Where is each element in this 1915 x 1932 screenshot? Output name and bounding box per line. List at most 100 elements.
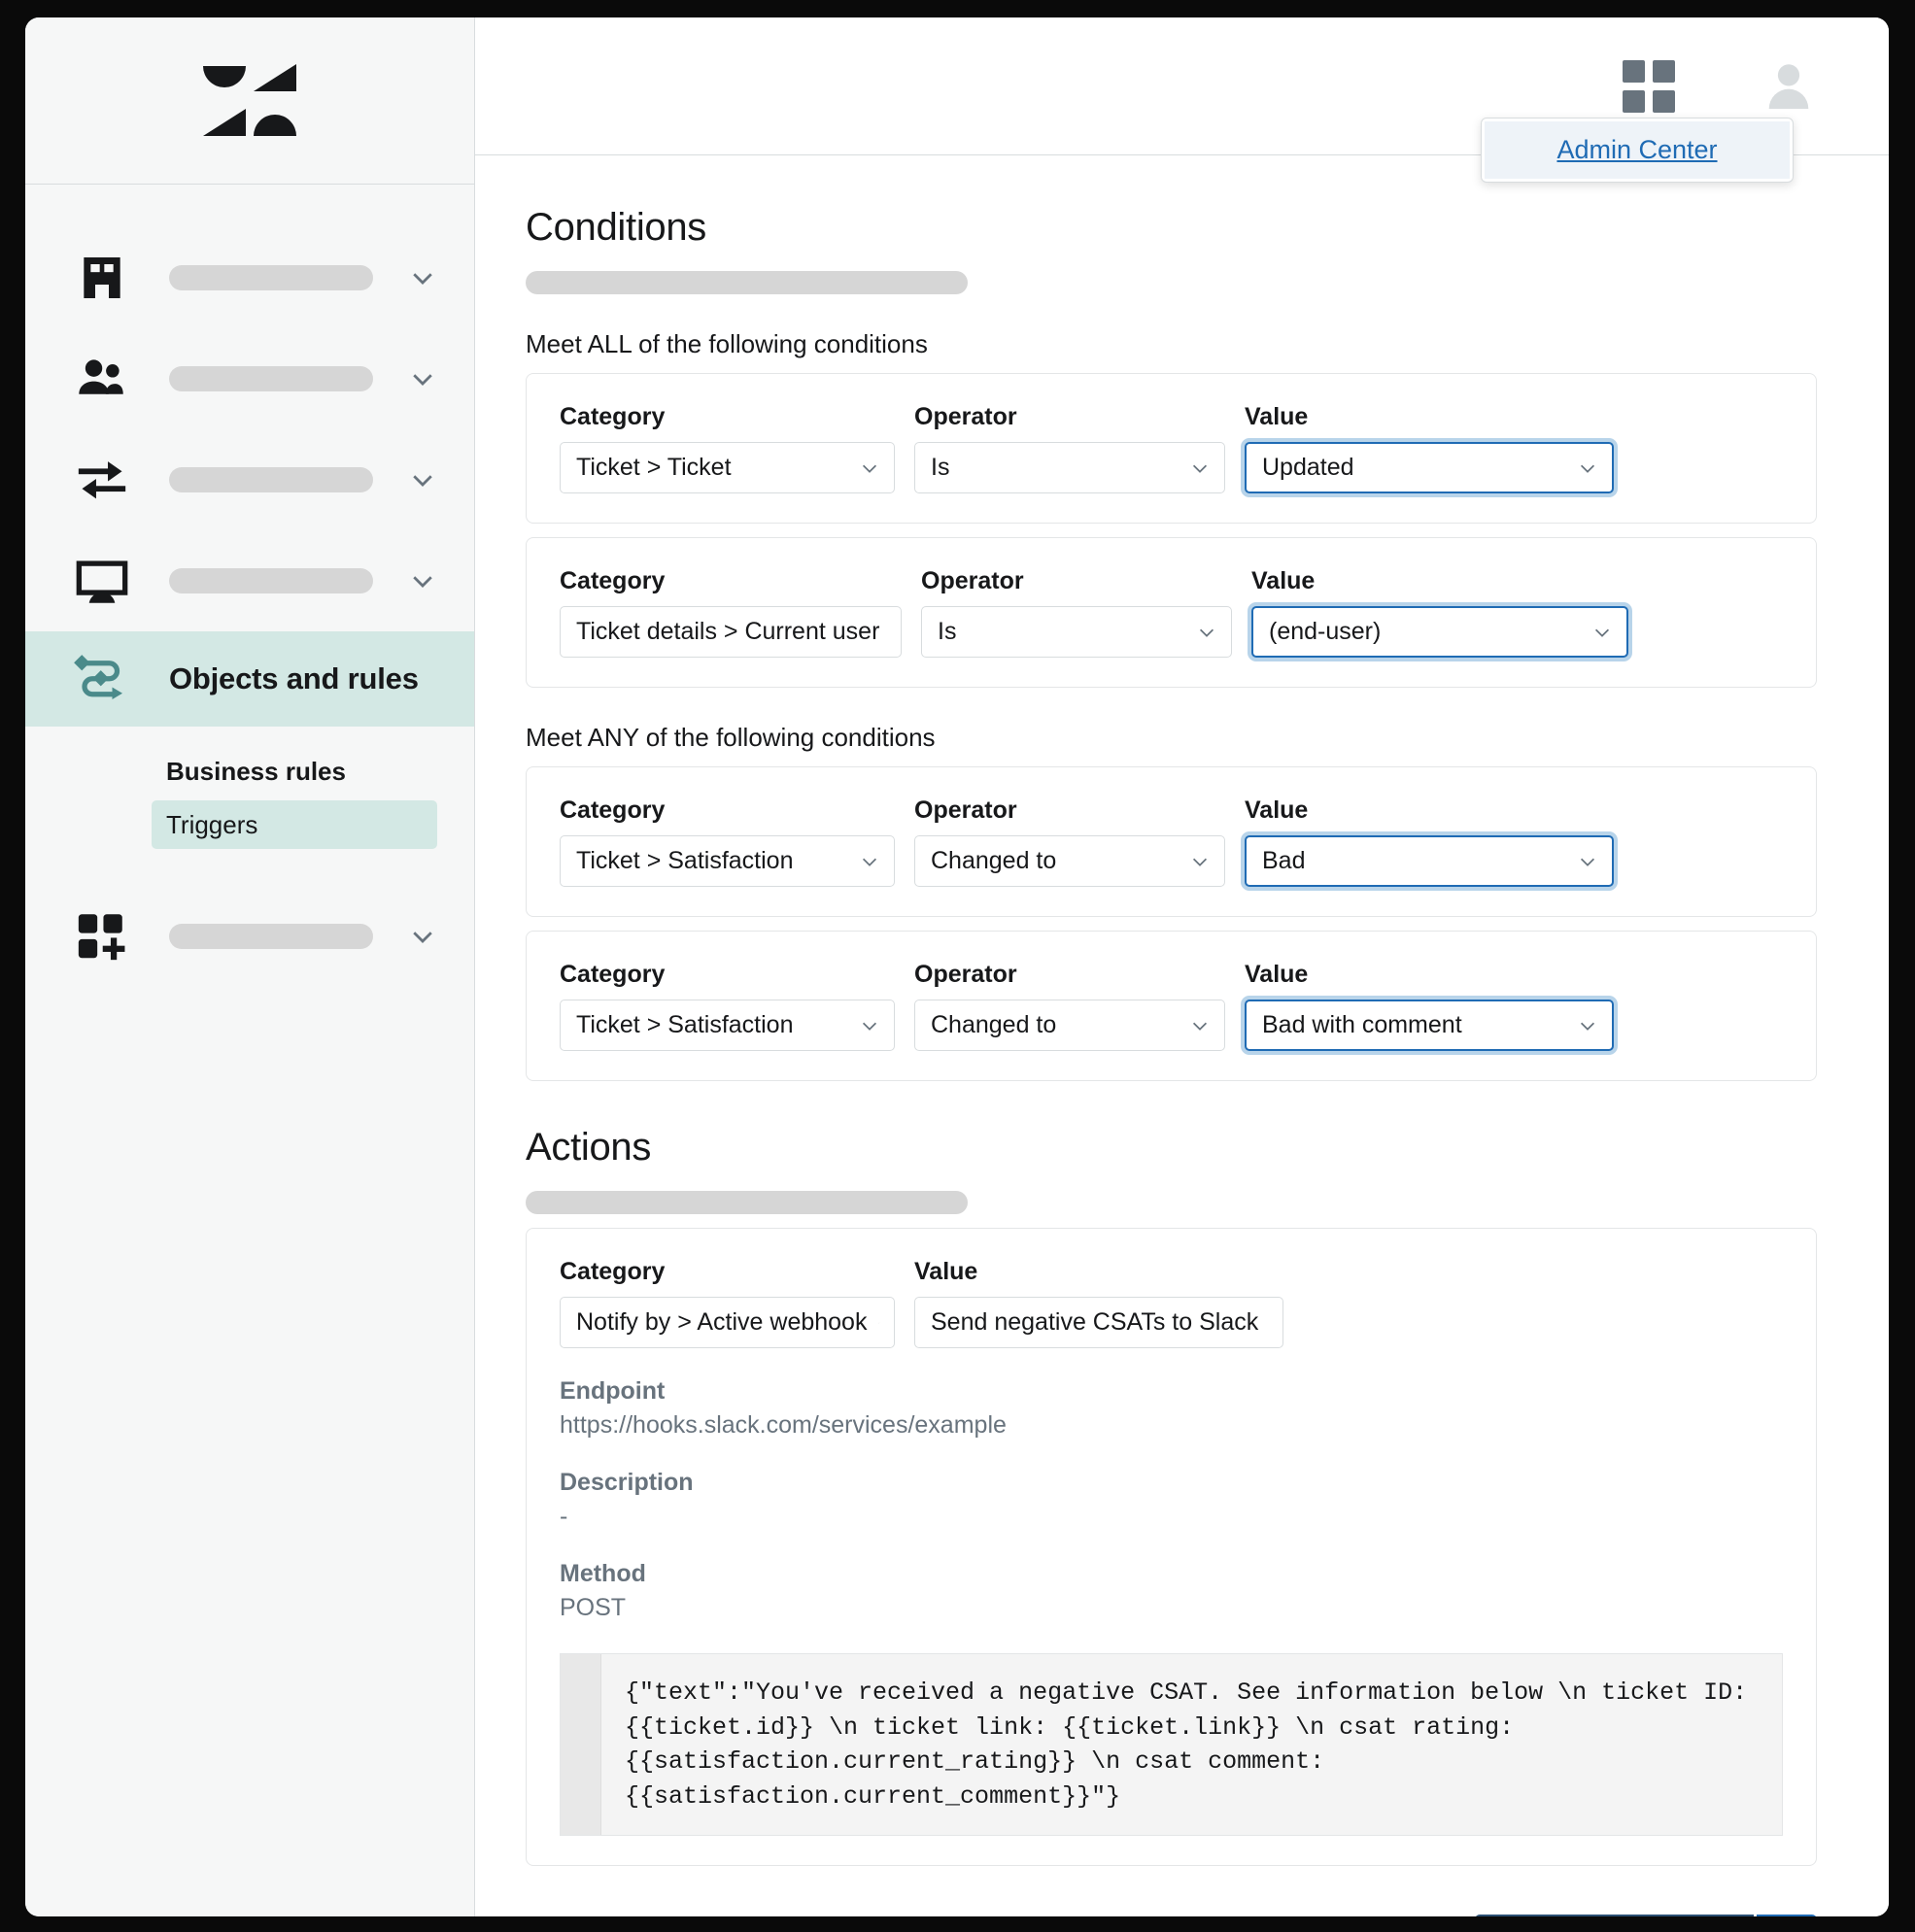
category-label: Category [560, 403, 666, 430]
chevron-down-icon [1594, 628, 1610, 637]
action-row: Category Notify by > Active webhook Valu… [526, 1228, 1817, 1866]
category-value: Ticket > Satisfaction [576, 1011, 794, 1038]
category-select[interactable]: Ticket details > Current user [560, 606, 902, 658]
content-area: Conditions Meet ALL of the following con… [475, 155, 1889, 1916]
sidebar-item-label: Objects and rules [169, 661, 419, 695]
sidebar-item-label-placeholder [169, 924, 373, 949]
chevron-down-icon [862, 1022, 877, 1031]
value-select[interactable]: Bad with comment [1245, 1000, 1614, 1051]
category-field: Category Ticket > Satisfaction [560, 797, 895, 887]
condition-row: Category Ticket > Satisfaction Operator … [526, 766, 1817, 917]
actions-heading: Actions [526, 1126, 652, 1169]
apps-add-icon [72, 906, 132, 966]
sidebar-item-people[interactable] [25, 328, 474, 429]
category-select[interactable]: Ticket > Ticket [560, 442, 895, 493]
admin-center-link[interactable]: Admin Center [1556, 135, 1717, 165]
value-text: Updated [1262, 454, 1354, 481]
operator-value: Is [931, 454, 950, 481]
chevron-down-icon [1199, 628, 1214, 637]
action-category-field: Category Notify by > Active webhook [560, 1258, 895, 1348]
category-label: Category [560, 961, 666, 988]
description-label: Description [560, 1469, 694, 1496]
chevron-down-icon [1192, 1022, 1208, 1031]
chevron-down-icon [1192, 464, 1208, 473]
endpoint-value: https://hooks.slack.com/services/example [560, 1411, 1007, 1439]
operator-field: Operator Changed to [914, 961, 1225, 1051]
objects-and-rules-icon [72, 649, 132, 709]
category-field: Category Ticket > Ticket [560, 403, 895, 493]
operator-label: Operator [914, 961, 1017, 988]
condition-row: Category Ticket > Satisfaction Operator … [526, 931, 1817, 1081]
action-category-label: Category [560, 1258, 666, 1285]
value-field: Value Bad with comment [1245, 961, 1614, 1051]
method-label: Method [560, 1560, 646, 1587]
condition-row: Category Ticket > Ticket Operator Is Val… [526, 373, 1817, 524]
sidebar-subnav: Business rules Triggers [25, 727, 474, 849]
category-field: Category Ticket details > Current user [560, 567, 902, 658]
operator-select[interactable]: Is [914, 442, 1225, 493]
grid-apps-icon[interactable] [1623, 59, 1675, 113]
user-avatar-icon[interactable] [1761, 58, 1817, 115]
chevron-down-icon [1580, 858, 1595, 866]
value-text: Bad with comment [1262, 1011, 1462, 1038]
subnav-heading-business-rules: Business rules [166, 756, 346, 786]
action-value-text: Send negative CSATs to Slack [931, 1308, 1259, 1336]
action-category-select[interactable]: Notify by > Active webhook [560, 1297, 895, 1348]
value-field: Value (end-user) [1251, 567, 1628, 658]
action-value-label: Value [914, 1258, 978, 1285]
zendesk-logo [203, 63, 296, 136]
create-trigger-button[interactable]: Create trigger [1474, 1915, 1754, 1916]
sidebar-item-channels[interactable] [25, 429, 474, 530]
admin-center-menu-item[interactable]: Admin Center [1485, 121, 1790, 179]
subnav-item-triggers[interactable]: Triggers [152, 800, 437, 849]
chevron-down-icon [878, 1322, 880, 1323]
conditions-subtitle-placeholder [526, 271, 968, 294]
code-gutter [561, 1654, 601, 1835]
people-icon [72, 349, 132, 409]
value-label: Value [1245, 797, 1309, 824]
operator-label: Operator [914, 403, 1017, 430]
category-label: Category [560, 567, 666, 594]
app-window: Objects and rules Business rules Trigger… [25, 17, 1889, 1916]
operator-select[interactable]: Changed to [914, 1000, 1225, 1051]
operator-select[interactable]: Changed to [914, 835, 1225, 887]
value-label: Value [1245, 961, 1309, 988]
payload-code-block: {"text":"You've received a negative CSAT… [560, 1653, 1783, 1836]
chevron-down-icon[interactable] [408, 465, 437, 494]
value-label: Value [1251, 567, 1316, 594]
value-select[interactable]: (end-user) [1251, 606, 1628, 658]
operator-label: Operator [914, 797, 1017, 824]
actions-subtitle-placeholder [526, 1191, 968, 1214]
action-category-value: Notify by > Active webhook [576, 1308, 868, 1336]
sidebar-item-accounts[interactable] [25, 227, 474, 328]
building-icon [72, 248, 132, 308]
action-value-select[interactable]: Send negative CSATs to Slack [914, 1297, 1283, 1348]
category-value: Ticket > Ticket [576, 454, 732, 481]
value-select[interactable]: Updated [1245, 442, 1614, 493]
sidebar-item-label-placeholder [169, 366, 373, 391]
chevron-down-icon[interactable] [408, 922, 437, 951]
value-field: Value Updated [1245, 403, 1614, 493]
sidebar-logo-area [25, 17, 474, 185]
footer-actions: Create trigger [526, 1866, 1817, 1916]
category-select[interactable]: Ticket > Satisfaction [560, 835, 895, 887]
operator-select[interactable]: Is [921, 606, 1232, 658]
chevron-down-icon[interactable] [408, 566, 437, 595]
value-field: Value Bad [1245, 797, 1614, 887]
chevron-down-icon[interactable] [408, 364, 437, 393]
payload-text[interactable]: {"text":"You've received a negative CSAT… [601, 1654, 1782, 1835]
sidebar-item-label-placeholder [169, 467, 373, 492]
category-label: Category [560, 797, 666, 824]
chevron-down-icon[interactable] [408, 263, 437, 292]
category-select[interactable]: Ticket > Satisfaction [560, 1000, 895, 1051]
operator-value: Changed to [931, 1011, 1057, 1038]
method-value: POST [560, 1594, 627, 1621]
sidebar-item-objects-and-rules[interactable]: Objects and rules [25, 631, 474, 727]
value-select[interactable]: Bad [1245, 835, 1614, 887]
main-panel: Admin Center Conditions Meet ALL of the … [475, 17, 1889, 1916]
sidebar-item-apps[interactable] [25, 886, 474, 987]
create-trigger-dropdown-button[interactable] [1757, 1915, 1817, 1916]
value-label: Value [1245, 403, 1309, 430]
conditions-heading: Conditions [526, 206, 707, 249]
sidebar-item-workspaces[interactable] [25, 530, 474, 631]
